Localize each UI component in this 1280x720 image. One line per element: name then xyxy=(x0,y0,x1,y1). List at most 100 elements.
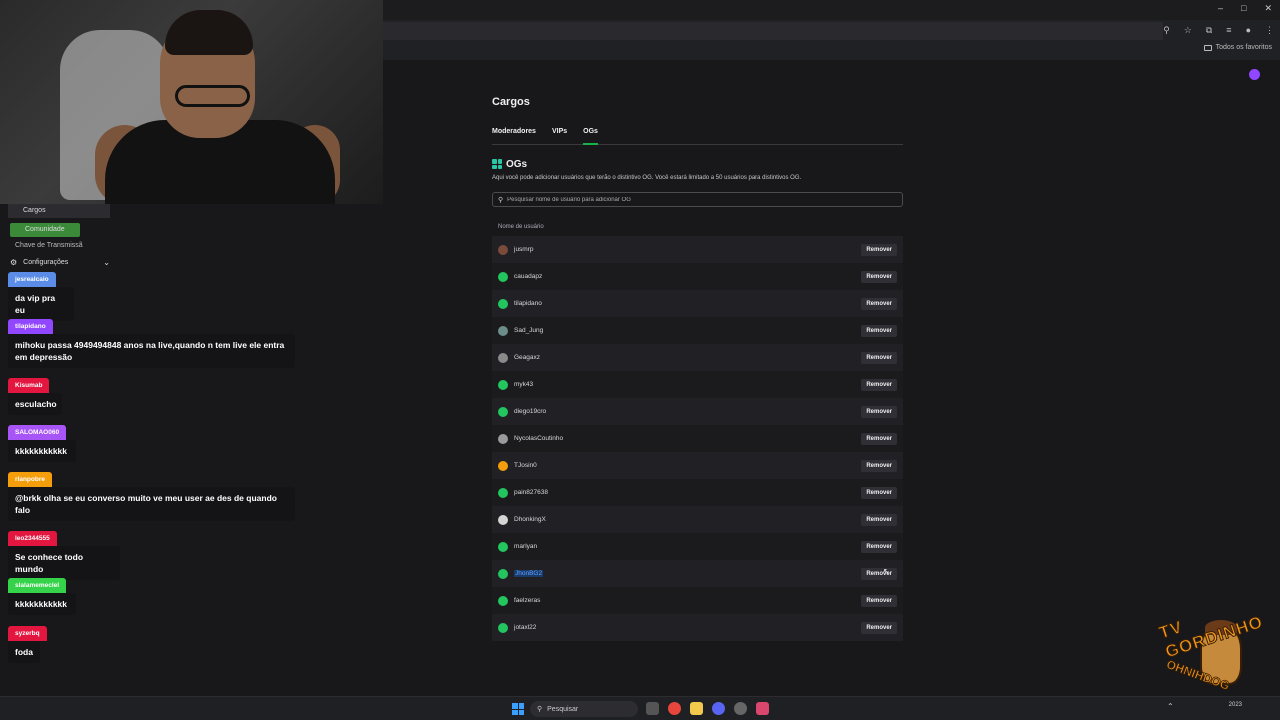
remove-button[interactable]: Remover xyxy=(861,270,897,283)
search-icon: ⚲ xyxy=(498,196,504,204)
username[interactable]: cauadapz xyxy=(514,273,861,280)
avatar xyxy=(498,433,508,444)
page-title: Cargos xyxy=(492,96,530,108)
tab-ogs[interactable]: OGs xyxy=(583,128,598,145)
mouse-cursor-icon: ↖ xyxy=(883,567,890,576)
task-view-icon[interactable] xyxy=(646,702,659,715)
chat-username: rlanpobre xyxy=(8,472,52,487)
table-row: diego19cro Remover xyxy=(492,398,903,425)
remove-button[interactable]: Remover xyxy=(861,405,897,418)
chat-message: tilapidano mihoku passa 4949494848 anos … xyxy=(8,315,295,368)
menu-icon[interactable]: ⋮ xyxy=(1265,25,1274,36)
media-icon[interactable]: ≡ xyxy=(1226,25,1231,36)
chat-text: esculacho xyxy=(8,393,62,415)
column-header-username: Nome de usuário xyxy=(498,224,544,230)
remove-button[interactable]: Remover xyxy=(861,486,897,499)
username[interactable]: tilapidano xyxy=(514,300,861,307)
username[interactable]: TJosin0 xyxy=(514,462,861,469)
webcam-overlay xyxy=(0,0,383,204)
clock-date: 2023 xyxy=(1228,702,1242,708)
search-field[interactable]: ⚲ xyxy=(492,192,903,207)
hair-shape xyxy=(165,10,253,55)
avatar xyxy=(498,541,508,552)
address-bar[interactable] xyxy=(383,22,1163,40)
file-explorer-icon[interactable] xyxy=(690,702,703,715)
sidebar-item-stream-key[interactable]: Chave de Transmissã xyxy=(15,242,83,249)
username[interactable]: faelzeras xyxy=(514,597,861,604)
table-row: jotaxl22 Remover xyxy=(492,614,903,641)
close-button[interactable]: ✕ xyxy=(1264,3,1272,14)
folder-icon xyxy=(1203,44,1212,51)
username[interactable]: Sad_Jung xyxy=(514,327,861,334)
app-icon[interactable] xyxy=(756,702,769,715)
chat-username: slalamemeclel xyxy=(8,578,67,593)
tab-vips[interactable]: VIPs xyxy=(552,128,567,144)
bookmarks-bar[interactable]: Todos os favoritos xyxy=(1203,44,1272,51)
username[interactable]: Geagaxz xyxy=(514,354,861,361)
table-row: tilapidano Remover xyxy=(492,290,903,317)
clock[interactable]: 2023 xyxy=(1229,701,1242,709)
remove-button[interactable]: Remover xyxy=(861,351,897,364)
remove-button[interactable]: Remover xyxy=(861,594,897,607)
toolbar-icons: ⚲ ☆ ⧉ ≡ ● ⋮ xyxy=(1163,25,1274,36)
minimize-button[interactable]: – xyxy=(1218,3,1223,14)
remove-button[interactable]: Remover xyxy=(861,324,897,337)
avatar xyxy=(498,406,508,417)
obs-icon[interactable] xyxy=(734,702,747,715)
chat-text: mihoku passa 4949494848 anos na live,qua… xyxy=(8,334,295,368)
remove-button[interactable]: Remover xyxy=(861,540,897,553)
remove-button[interactable]: Remover xyxy=(861,297,897,310)
sidebar-item-comunidade[interactable]: Comunidade xyxy=(10,223,80,237)
username[interactable]: myk43 xyxy=(514,381,861,388)
roles-panel: Cargos Moderadores VIPs OGs OGs Aqui voc… xyxy=(492,96,903,641)
table-row: cauadapz Remover xyxy=(492,263,903,290)
username[interactable]: pain827638 xyxy=(514,489,861,496)
username[interactable]: NycolasCoutinho xyxy=(514,435,861,442)
tab-moderadores[interactable]: Moderadores xyxy=(492,128,536,144)
tray-chevron-up-icon[interactable]: ⌃ xyxy=(1167,702,1174,711)
remove-button[interactable]: Remover xyxy=(861,459,897,472)
user-avatar[interactable] xyxy=(1249,69,1260,80)
username[interactable]: JhonBG2 xyxy=(514,570,544,577)
table-row: JhonBG2 Remover xyxy=(492,560,903,587)
extensions-icon[interactable]: ⧉ xyxy=(1206,25,1212,36)
username[interactable]: jusmrp xyxy=(514,246,861,253)
zoom-icon[interactable]: ⚲ xyxy=(1163,25,1170,36)
discord-icon[interactable] xyxy=(712,702,725,715)
username[interactable]: diego19cro xyxy=(514,408,861,415)
avatar xyxy=(498,352,508,363)
search-icon: ⚲ xyxy=(537,706,543,713)
sidebar-item-config[interactable]: ⚙ Configurações ⌄ xyxy=(10,258,110,267)
maximize-button[interactable]: □ xyxy=(1241,3,1246,14)
remove-button[interactable]: Remover xyxy=(861,513,897,526)
star-icon[interactable]: ☆ xyxy=(1184,25,1192,36)
chrome-icon[interactable] xyxy=(668,702,681,715)
username[interactable]: DhonkingX xyxy=(514,516,861,523)
remove-button[interactable]: Remover xyxy=(861,378,897,391)
browser-chrome: – □ ✕ ⚲ ☆ ⧉ ≡ ● ⋮ Todos os favoritos xyxy=(383,0,1280,60)
remove-button[interactable]: Remover xyxy=(861,432,897,445)
profile-icon[interactable]: ● xyxy=(1246,25,1251,36)
username[interactable]: marlyan xyxy=(514,543,861,550)
remove-button[interactable]: Remover xyxy=(861,243,897,256)
avatar xyxy=(498,325,508,336)
remove-button[interactable]: Remover xyxy=(861,567,897,580)
avatar xyxy=(498,514,508,525)
sidebar-item-cargos[interactable]: Cargos xyxy=(8,204,110,218)
avatar xyxy=(498,595,508,606)
table-row: Geagaxz Remover xyxy=(492,344,903,371)
table-row: DhonkingX Remover xyxy=(492,506,903,533)
roles-tabs: Moderadores VIPs OGs xyxy=(492,128,903,145)
table-row: jusmrp Remover xyxy=(492,236,903,263)
table-row: faelzeras Remover xyxy=(492,587,903,614)
search-input[interactable] xyxy=(507,196,888,203)
taskbar-search[interactable]: ⚲ Pesquisar xyxy=(530,701,638,717)
avatar xyxy=(498,271,508,282)
username[interactable]: jotaxl22 xyxy=(514,624,861,631)
glasses-shape xyxy=(175,85,250,107)
taskbar: ⚲ Pesquisar ⌃ 2023 xyxy=(0,696,1280,720)
gear-icon: ⚙ xyxy=(10,258,18,267)
remove-button[interactable]: Remover xyxy=(861,621,897,634)
chevron-down-icon: ⌄ xyxy=(103,258,110,267)
windows-start-icon[interactable] xyxy=(512,703,524,715)
